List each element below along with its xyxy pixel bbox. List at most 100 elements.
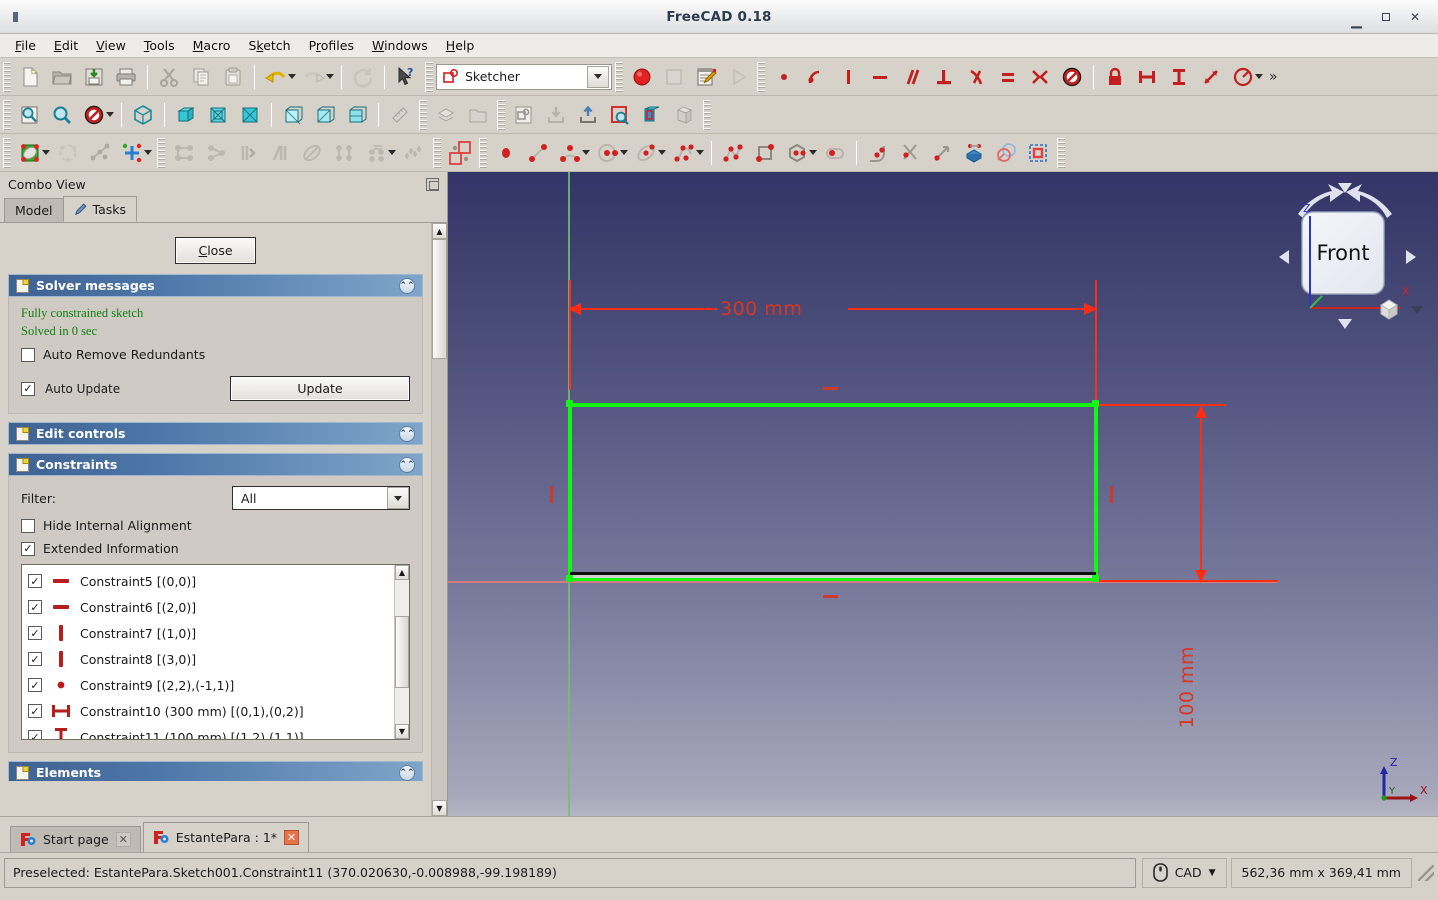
- toolbar-grip[interactable]: [615, 61, 623, 92]
- create-rectangle-icon[interactable]: [749, 137, 781, 169]
- new-document-icon[interactable]: [14, 61, 46, 93]
- close-tab-button[interactable]: ✕: [115, 832, 131, 847]
- scroll-down-button[interactable]: ▼: [395, 724, 409, 739]
- toolbar-grip[interactable]: [3, 61, 11, 92]
- edit-sketch-dropdown-icon[interactable]: [42, 150, 50, 155]
- constrain-lock-icon[interactable]: [1099, 61, 1131, 93]
- navcube-dropdown-icon[interactable]: [1410, 304, 1424, 318]
- toolbar-grip[interactable]: [479, 137, 487, 168]
- constraint-visibility-checkbox[interactable]: ✓: [28, 704, 42, 718]
- constrain-equal-icon[interactable]: [992, 61, 1024, 93]
- home-cube-icon[interactable]: [1378, 297, 1408, 323]
- macro-record-icon[interactable]: [626, 61, 658, 93]
- create-fillet-icon[interactable]: [862, 137, 894, 169]
- document-tab-estantepara[interactable]: EstantePara : 1* ✕: [142, 822, 310, 852]
- hide-internal-alignment-checkbox[interactable]: [21, 518, 35, 533]
- collapse-icon[interactable]: ⌃⌃: [399, 277, 415, 294]
- tasks-panel-scrollbar[interactable]: ▲ ▼: [431, 223, 447, 816]
- auto-remove-redundants-row[interactable]: Auto Remove Redundants: [21, 347, 410, 362]
- create-line-icon[interactable]: [522, 137, 554, 169]
- map-sketch-icon[interactable]: [668, 99, 700, 131]
- zoom-icon[interactable]: [46, 99, 78, 131]
- constrain-horizontal-icon[interactable]: [864, 61, 896, 93]
- select-redundant-icon[interactable]: [296, 137, 328, 169]
- toolbar-overflow-icon[interactable]: »: [1265, 69, 1282, 85]
- constrain-vertical-icon[interactable]: [832, 61, 864, 93]
- sketch-edge-top[interactable]: [568, 403, 1098, 407]
- undock-icon[interactable]: [426, 177, 439, 191]
- external-geometry-icon[interactable]: [958, 137, 990, 169]
- menu-macro[interactable]: Macro: [184, 35, 240, 56]
- front-view-icon[interactable]: [170, 99, 202, 131]
- select-dropdown-icon[interactable]: [388, 150, 396, 155]
- sketch-vertex[interactable]: [1092, 575, 1099, 582]
- toggle-construction-geometry-icon[interactable]: [1022, 137, 1054, 169]
- export-sketch-icon[interactable]: [572, 99, 604, 131]
- workbench-dropdown-icon[interactable]: [587, 65, 609, 88]
- scroll-track[interactable]: [432, 239, 447, 800]
- copy-icon[interactable]: [185, 61, 217, 93]
- create-circle-dropdown-icon[interactable]: [620, 150, 628, 155]
- constraint-list-item[interactable]: ✓ Constraint7 [(1,0)]: [22, 620, 394, 646]
- dimension-300mm-label[interactable]: 300 mm: [720, 298, 802, 320]
- constrain-point-on-object-icon[interactable]: [800, 61, 832, 93]
- document-tab-start-page[interactable]: Start page ✕: [10, 826, 141, 852]
- create-slot-icon[interactable]: [819, 137, 851, 169]
- vertical-constraint-marker[interactable]: [550, 486, 553, 503]
- import-sketch-icon[interactable]: [540, 99, 572, 131]
- print-icon[interactable]: [110, 61, 142, 93]
- sketch-vertex[interactable]: [566, 400, 573, 407]
- scroll-up-button[interactable]: ▲: [395, 565, 409, 580]
- toolbar-grip[interactable]: [1057, 137, 1065, 168]
- clone-icon[interactable]: [990, 137, 1022, 169]
- extended-information-row[interactable]: ✓ Extended Information: [21, 541, 410, 556]
- macro-execute-icon[interactable]: [722, 61, 754, 93]
- constraint-list-item[interactable]: ✓ Constraint8 [(3,0)]: [22, 646, 394, 672]
- collapse-icon[interactable]: ⌃⌃: [399, 764, 415, 781]
- reorient-sketch-icon[interactable]: [52, 137, 84, 169]
- resize-grip-icon[interactable]: [1418, 864, 1434, 881]
- rear-view-icon[interactable]: [277, 99, 309, 131]
- constraint-list-item[interactable]: ✓ Constraint10 (300 mm) [(0,1),(0,2)]: [22, 698, 394, 724]
- constraint-visibility-checkbox[interactable]: ✓: [28, 730, 42, 739]
- close-window-button[interactable]: ✕: [1410, 11, 1420, 23]
- close-tab-button[interactable]: ✕: [284, 830, 300, 845]
- elements-header[interactable]: Elements ⌃⌃: [8, 761, 423, 781]
- constraint-visibility-checkbox[interactable]: ✓: [28, 600, 42, 614]
- auto-update-checkbox[interactable]: ✓: [21, 381, 35, 396]
- view-sketch-icon[interactable]: [604, 99, 636, 131]
- constraint-list-item[interactable]: ✓ Constraint9 [(2,2),(-1,1)]: [22, 672, 394, 698]
- auto-remove-redundants-checkbox[interactable]: [21, 347, 35, 362]
- redo-dropdown-icon[interactable]: [326, 74, 334, 79]
- polygon-dropdown-icon[interactable]: [809, 150, 817, 155]
- create-conic-dropdown-icon[interactable]: [658, 150, 666, 155]
- scroll-down-button[interactable]: ▼: [432, 800, 447, 816]
- paste-icon[interactable]: [217, 61, 249, 93]
- create-polyline-icon[interactable]: [717, 137, 749, 169]
- update-button[interactable]: Update: [230, 376, 410, 401]
- dimension-100mm-label[interactable]: 100 mm: [1176, 646, 1198, 728]
- new-sketch-icon[interactable]: [508, 99, 540, 131]
- horizontal-constraint-marker[interactable]: [823, 595, 838, 598]
- undo-dropdown-icon[interactable]: [288, 74, 296, 79]
- scroll-thumb[interactable]: [432, 239, 447, 359]
- open-document-icon[interactable]: [46, 61, 78, 93]
- cut-icon[interactable]: [153, 61, 185, 93]
- merge-sketch-dropdown-icon[interactable]: [144, 150, 152, 155]
- collapse-icon[interactable]: ⌃⌃: [399, 425, 415, 442]
- chevron-down-icon[interactable]: ▼: [1209, 868, 1216, 878]
- constraints-list-scrollbar[interactable]: ▲ ▼: [394, 565, 409, 739]
- top-view-icon[interactable]: [202, 99, 234, 131]
- toolbar-grip[interactable]: [157, 137, 165, 168]
- vertical-constraint-marker[interactable]: [1110, 486, 1113, 503]
- toolbar-grip[interactable]: [703, 99, 711, 130]
- constraint-visibility-checkbox[interactable]: ✓: [28, 574, 42, 588]
- constraints-list[interactable]: ✓ Constraint5 [(0,0)] ✓ Constraint6 [(2,0)]…: [21, 564, 410, 740]
- constrain-parallel-icon[interactable]: [896, 61, 928, 93]
- toolbar-grip[interactable]: [757, 61, 765, 92]
- create-point-icon[interactable]: [490, 137, 522, 169]
- create-bspline-dropdown-icon[interactable]: [696, 150, 704, 155]
- select-constraints-icon[interactable]: [200, 137, 232, 169]
- 3d-viewport[interactable]: 300 mm 100 mm Front Z X Z X Y: [448, 172, 1438, 816]
- constrain-tangent-icon[interactable]: [960, 61, 992, 93]
